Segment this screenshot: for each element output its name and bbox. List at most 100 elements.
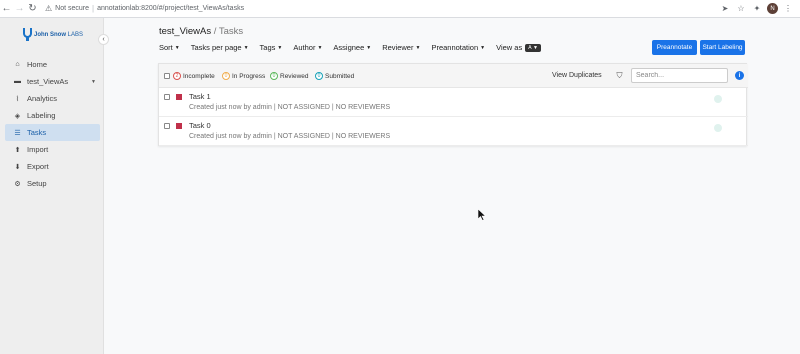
sidebar-item-setup[interactable]: ⚙ Setup: [5, 175, 100, 192]
menu-icon[interactable]: ⋮: [782, 3, 794, 15]
forward-icon[interactable]: →: [13, 2, 26, 16]
mouse-cursor-icon: [478, 209, 486, 221]
breadcrumb-project[interactable]: test_ViewAs: [159, 26, 211, 37]
sidebar-item-label: test_ViewAs: [27, 77, 69, 86]
task-toolbar: Sort ▼ Tasks per page ▼ Tags ▼ Author ▼ Assi…: [159, 43, 552, 52]
filter-icon[interactable]: ⛉: [614, 70, 625, 81]
task-meta: Created just now by admin | NOT ASSIGNED…: [189, 104, 391, 111]
filter-in-progress[interactable]: 0 In Progress: [222, 72, 265, 80]
caret-down-icon: ▼: [366, 44, 372, 51]
info-icon[interactable]: i: [735, 71, 744, 80]
select-all-checkbox[interactable]: [164, 73, 170, 79]
caret-down-icon: ▼: [91, 78, 96, 85]
caret-down-icon: ▼: [277, 44, 283, 51]
filter-submitted[interactable]: 0 Submitted: [315, 72, 354, 80]
sidebar-item-label: Tasks: [27, 128, 47, 137]
author-label: Author: [293, 43, 316, 52]
incomplete-label: Incomplete: [183, 72, 215, 80]
submitted-count: 0: [315, 72, 323, 80]
task-name[interactable]: Task 1: [189, 92, 211, 101]
assignee-dropdown[interactable]: Assignee ▼: [333, 43, 371, 52]
extensions-icon[interactable]: ✦: [751, 3, 763, 15]
task-status-flag: [176, 94, 182, 100]
sidebar-item-labeling[interactable]: ◈ Labeling: [5, 107, 100, 124]
tag-icon: ◈: [14, 112, 21, 120]
task-list-panel: 2 Incomplete 0 In Progress 0 Reviewed 0 …: [158, 63, 748, 146]
sidebar: John Snow LABS ⌂ Home ▬ test_ViewAs ▼ ⌇ …: [0, 18, 104, 354]
sidebar-item-label: Export: [27, 162, 49, 171]
sidebar-item-label: Labeling: [27, 111, 56, 120]
url-text[interactable]: annotationlab:8200/#/project/test_ViewAs…: [97, 5, 244, 12]
start-labeling-button[interactable]: Start Labeling: [700, 40, 745, 55]
filter-reviewed[interactable]: 0 Reviewed: [270, 72, 309, 80]
warning-icon: ⚠: [45, 4, 53, 13]
sidebar-item-label: Home: [27, 60, 48, 69]
analytics-icon: ⌇: [15, 95, 20, 103]
reviewed-count: 0: [270, 72, 278, 80]
sidebar-item-import[interactable]: ⬆ Import: [5, 141, 100, 158]
sidebar-item-project[interactable]: ▬ test_ViewAs ▼: [5, 73, 100, 90]
caret-down-icon: ▼: [317, 44, 323, 51]
view-duplicates-button[interactable]: View Duplicates: [552, 72, 602, 79]
breadcrumb-separator: /: [211, 26, 219, 37]
star-icon[interactable]: ☆: [735, 3, 747, 15]
breadcrumb-page: Tasks: [218, 26, 244, 37]
view-as-dropdown[interactable]: View as A ▼: [496, 43, 541, 52]
back-icon[interactable]: ←: [0, 2, 13, 16]
task-list-header: 2 Incomplete 0 In Progress 0 Reviewed 0 …: [159, 64, 748, 88]
incomplete-count: 2: [173, 72, 181, 80]
task-status-flag: [176, 123, 182, 129]
task-checkbox[interactable]: [164, 123, 170, 129]
url-separator: |: [92, 4, 95, 13]
task-name[interactable]: Task 0: [189, 121, 211, 130]
send-icon[interactable]: ➤: [719, 3, 731, 15]
reviewer-dropdown[interactable]: Reviewer ▼: [382, 43, 420, 52]
sidebar-item-export[interactable]: ⬇ Export: [5, 158, 100, 175]
sidebar-item-tasks[interactable]: ☰ Tasks: [5, 124, 100, 141]
task-indicator: [714, 124, 722, 132]
author-dropdown[interactable]: Author ▼: [293, 43, 322, 52]
sidebar-item-home[interactable]: ⌂ Home: [5, 56, 100, 73]
caret-down-icon: ▼: [480, 44, 486, 51]
main-content: test_ViewAs / Tasks Sort ▼ Tasks per page…: [104, 18, 800, 354]
reviewed-label: Reviewed: [280, 72, 309, 80]
caret-down-icon: ▼: [415, 44, 421, 51]
logo: John Snow LABS: [23, 28, 83, 42]
list-icon: ☰: [14, 129, 21, 137]
address-bar[interactable]: ⚠ Not secure | annotationlab:8200/#/proj…: [45, 2, 719, 16]
sidebar-item-label: Import: [27, 145, 49, 154]
tags-label: Tags: [259, 43, 276, 52]
task-row[interactable]: Task 0 Created just now by admin | NOT A…: [159, 117, 748, 146]
folder-icon: ▬: [14, 78, 21, 85]
home-icon: ⌂: [15, 61, 20, 68]
submitted-label: Submitted: [325, 72, 355, 80]
sidebar-item-label: Setup: [27, 179, 47, 188]
preannotation-dropdown[interactable]: Preannotation ▼: [431, 43, 485, 52]
gear-icon: ⚙: [14, 180, 21, 188]
sidebar-nav: ⌂ Home ▬ test_ViewAs ▼ ⌇ Analytics ◈ Lab…: [5, 56, 100, 192]
task-row[interactable]: Task 1 Created just now by admin | NOT A…: [159, 88, 748, 117]
assignee-label: Assignee: [333, 43, 365, 52]
filter-incomplete[interactable]: 2 Incomplete: [173, 72, 215, 80]
sidebar-item-analytics[interactable]: ⌇ Analytics: [5, 90, 100, 107]
logo-name: John Snow: [34, 32, 66, 38]
in-progress-label: In Progress: [232, 72, 266, 80]
sort-dropdown[interactable]: Sort ▼: [159, 43, 180, 52]
view-as-badge: A ▼: [525, 43, 541, 52]
chevron-left-icon: ‹: [102, 36, 105, 43]
tags-dropdown[interactable]: Tags ▼: [260, 43, 283, 52]
view-as-label: View as: [496, 43, 523, 52]
preannotate-button[interactable]: Preannotate: [652, 40, 697, 55]
preannotation-label: Preannotation: [431, 43, 479, 52]
search-input[interactable]: [631, 68, 728, 83]
browser-toolbar: ← → ↻ ⚠ Not secure | annotationlab:8200/…: [0, 0, 800, 18]
task-checkbox[interactable]: [164, 94, 170, 100]
import-icon: ⬆: [14, 146, 21, 154]
profile-avatar[interactable]: N: [767, 3, 778, 14]
reload-icon[interactable]: ↻: [26, 2, 39, 16]
collapse-sidebar-button[interactable]: ‹: [98, 34, 109, 45]
breadcrumb: test_ViewAs / Tasks: [159, 26, 243, 37]
tasks-per-page-dropdown[interactable]: Tasks per page ▼: [191, 43, 249, 52]
security-label: Not secure: [55, 5, 90, 12]
logo-mark-icon: [23, 28, 32, 42]
